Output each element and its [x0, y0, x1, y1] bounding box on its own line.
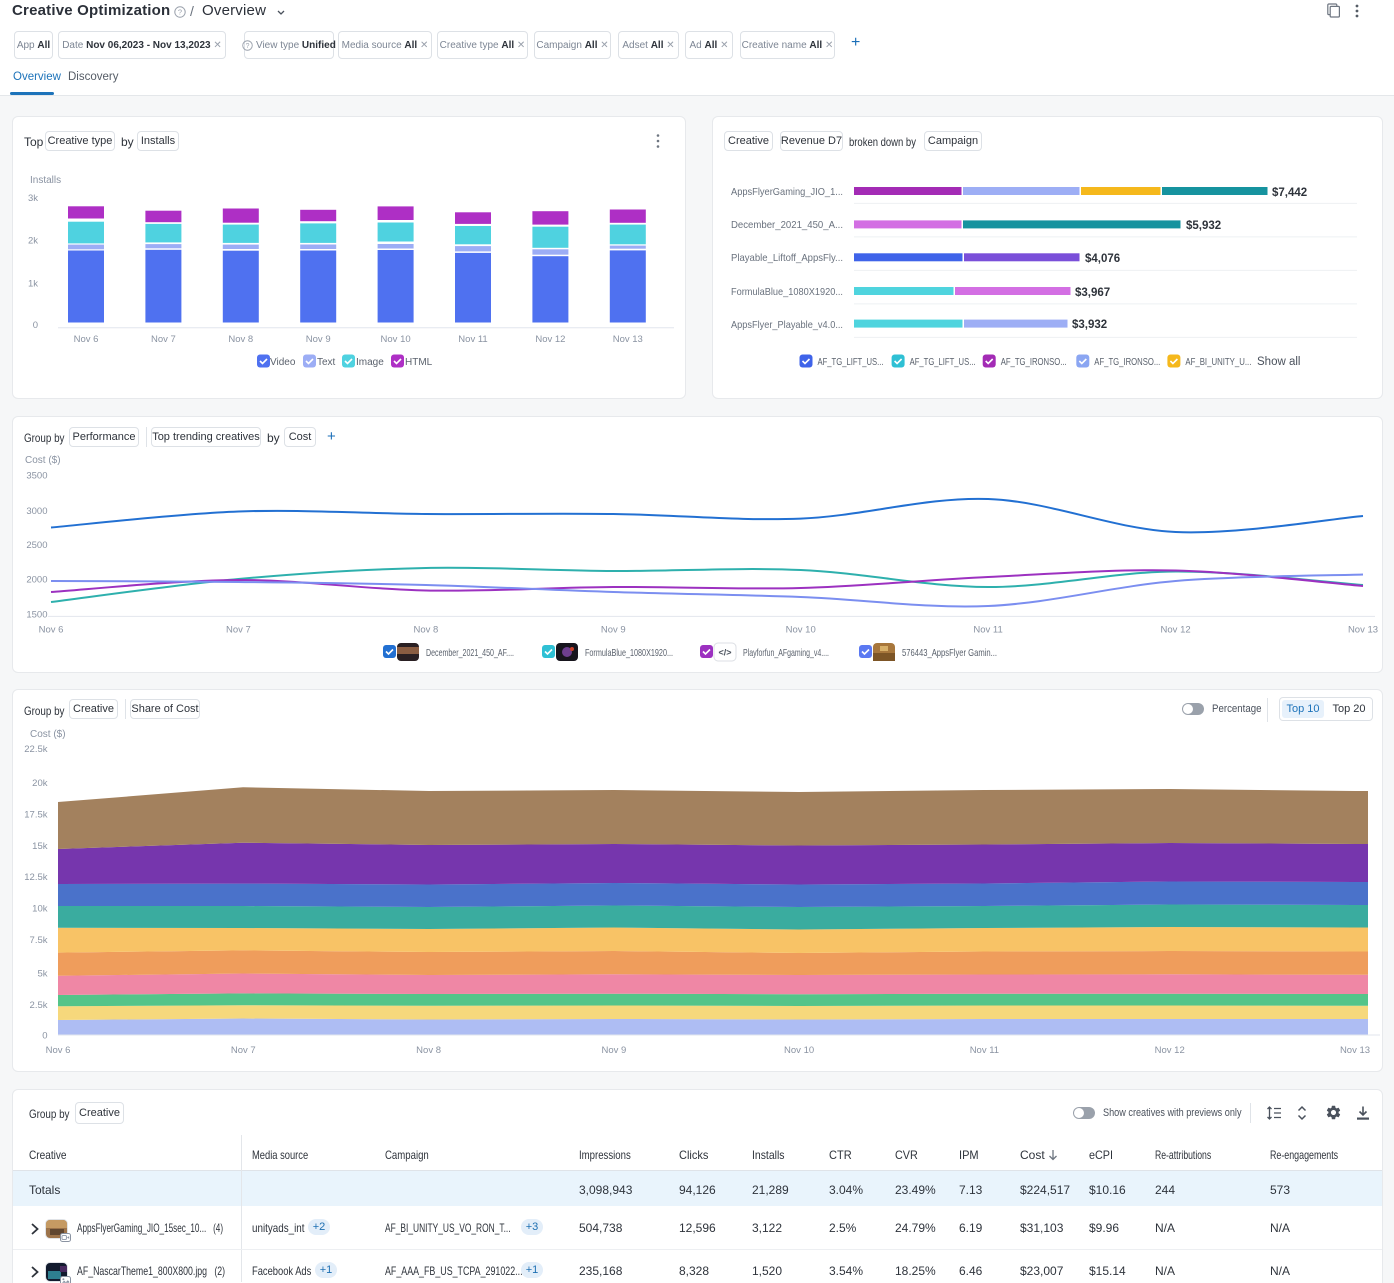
- svg-text:12.5k: 12.5k: [24, 872, 47, 883]
- svg-text:Nov 6: Nov 6: [46, 1045, 71, 1056]
- svg-text:AF_TG_LIFT_US...: AF_TG_LIFT_US...: [910, 356, 976, 368]
- svg-text:HTML: HTML: [405, 357, 433, 368]
- svg-text:AppsFlyerGaming_JIO_1...: AppsFlyerGaming_JIO_1...: [731, 186, 843, 198]
- svg-text:3k: 3k: [28, 193, 38, 204]
- svg-text:FormulaBlue_1080X1920...: FormulaBlue_1080X1920...: [731, 286, 843, 298]
- svg-text:$7,442: $7,442: [1272, 187, 1307, 199]
- svg-text:Nov 11: Nov 11: [970, 1045, 999, 1056]
- svg-text:AF_TG_LIFT_US...: AF_TG_LIFT_US...: [818, 356, 884, 368]
- svg-text:Text: Text: [317, 357, 336, 368]
- svg-text:Nov 13: Nov 13: [613, 334, 643, 345]
- svg-text:10k: 10k: [32, 904, 48, 915]
- svg-text:Installs: Installs: [30, 175, 61, 186]
- svg-text:Playforfun_AFgaming_v4....: Playforfun_AFgaming_v4....: [743, 647, 829, 659]
- svg-text:Nov 6: Nov 6: [39, 625, 64, 636]
- svg-text:FormulaBlue_1080X1920...: FormulaBlue_1080X1920...: [585, 647, 673, 659]
- svg-text:Playable_Liftoff_AppsFly...: Playable_Liftoff_AppsFly...: [731, 252, 843, 264]
- svg-text:AF_BI_UNITY_U...: AF_BI_UNITY_U...: [1185, 356, 1251, 368]
- svg-text:Nov 12: Nov 12: [1155, 1045, 1185, 1056]
- svg-text:2.5k: 2.5k: [30, 1000, 48, 1011]
- svg-text:576443_AppsFlyer Gamin...: 576443_AppsFlyer Gamin...: [902, 647, 997, 659]
- svg-text:1500: 1500: [26, 609, 47, 620]
- svg-text:Video: Video: [270, 357, 296, 368]
- svg-text:?: ?: [178, 8, 182, 17]
- svg-text:Nov 7: Nov 7: [231, 1045, 256, 1056]
- svg-text:Nov 9: Nov 9: [601, 1045, 626, 1056]
- svg-text:$4,076: $4,076: [1085, 253, 1120, 265]
- svg-text:$3,932: $3,932: [1072, 319, 1107, 331]
- svg-text:AF_TG_IRONSO...: AF_TG_IRONSO...: [1001, 356, 1067, 368]
- svg-text:Show all: Show all: [1257, 356, 1300, 368]
- svg-text:Nov 13: Nov 13: [1340, 1045, 1370, 1056]
- svg-text:December_2021_450_A...: December_2021_450_A...: [731, 219, 843, 231]
- svg-text:Nov 10: Nov 10: [786, 625, 816, 636]
- svg-text:Nov 11: Nov 11: [458, 334, 487, 345]
- svg-text:0: 0: [33, 320, 38, 331]
- svg-text:Nov 11: Nov 11: [973, 625, 1002, 636]
- svg-text:Nov 9: Nov 9: [601, 625, 626, 636]
- svg-text:Nov 10: Nov 10: [784, 1045, 814, 1056]
- svg-text:Nov 8: Nov 8: [228, 334, 253, 345]
- svg-text:Nov 12: Nov 12: [1161, 625, 1191, 636]
- svg-text:3500: 3500: [26, 471, 47, 482]
- svg-text:Nov 13: Nov 13: [1348, 625, 1378, 636]
- svg-text:AppsFlyer_Playable_v4.0...: AppsFlyer_Playable_v4.0...: [731, 319, 843, 331]
- svg-text:0: 0: [42, 1031, 47, 1042]
- svg-text:</>: </>: [718, 648, 731, 658]
- svg-text:2000: 2000: [26, 575, 47, 586]
- svg-text:December_2021_450_AF....: December_2021_450_AF....: [426, 647, 514, 659]
- svg-text:3000: 3000: [26, 506, 47, 517]
- svg-text:2500: 2500: [26, 540, 47, 551]
- svg-text:Cost ($): Cost ($): [30, 729, 66, 740]
- svg-text:?: ?: [246, 42, 250, 49]
- svg-text:Nov 9: Nov 9: [306, 334, 331, 345]
- svg-text:5k: 5k: [37, 969, 47, 980]
- svg-text:1k: 1k: [28, 278, 38, 289]
- svg-text:7.5k: 7.5k: [30, 935, 48, 946]
- svg-text:Nov 8: Nov 8: [413, 625, 438, 636]
- svg-text:17.5k: 17.5k: [24, 810, 47, 821]
- svg-text:Nov 12: Nov 12: [535, 334, 565, 345]
- svg-text:Nov 6: Nov 6: [74, 334, 99, 345]
- svg-text:20k: 20k: [32, 778, 48, 789]
- svg-text:Nov 8: Nov 8: [416, 1045, 441, 1056]
- svg-text:Nov 7: Nov 7: [151, 334, 176, 345]
- svg-text:22.5k: 22.5k: [24, 744, 47, 755]
- svg-text:Nov 10: Nov 10: [381, 334, 411, 345]
- svg-text:15k: 15k: [32, 841, 48, 852]
- svg-text:$5,932: $5,932: [1186, 220, 1221, 232]
- svg-text:Image: Image: [356, 357, 384, 368]
- svg-text:Nov 7: Nov 7: [226, 625, 251, 636]
- svg-text:2k: 2k: [28, 236, 38, 247]
- svg-text:$3,967: $3,967: [1075, 287, 1110, 299]
- svg-text:Cost ($): Cost ($): [25, 455, 61, 466]
- svg-text:AF_TG_IRONSO...: AF_TG_IRONSO...: [1094, 356, 1160, 368]
